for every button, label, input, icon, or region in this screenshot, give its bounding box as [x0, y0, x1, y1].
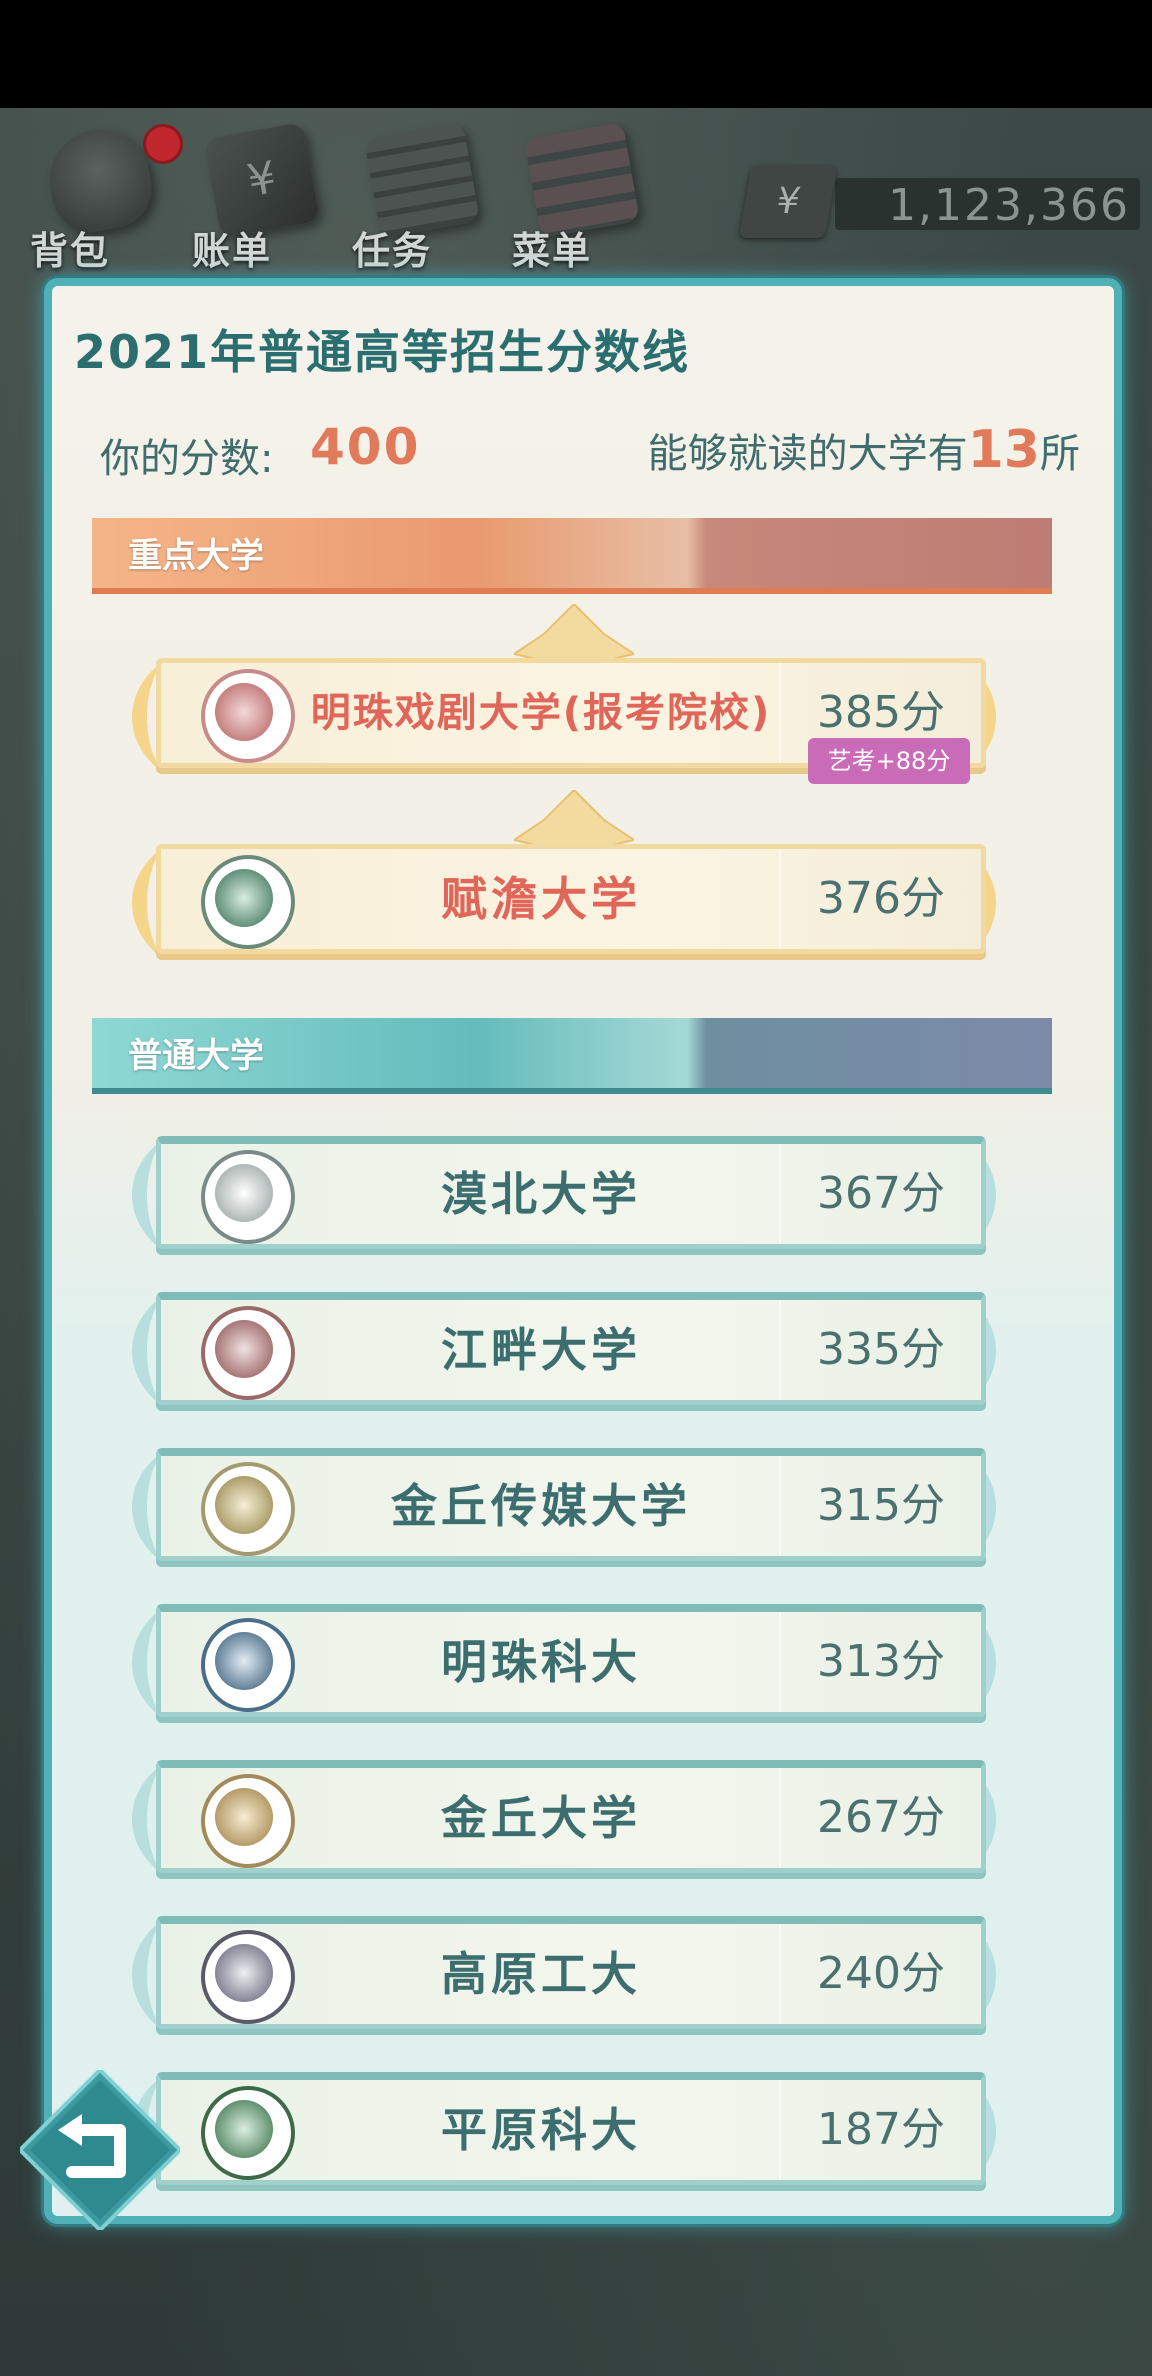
money-display: ¥ 1,123,366 — [738, 166, 1140, 238]
university-score: 267分 — [817, 1792, 945, 1843]
university-name: 明珠戏剧大学(报考院校) — [310, 690, 772, 736]
university-name: 平原科大 — [441, 2103, 641, 2157]
university-logo-icon — [201, 855, 295, 949]
university-name: 明珠科大 — [441, 1635, 641, 1689]
university-logo-icon — [201, 1618, 295, 1712]
university-card[interactable]: 金丘大学 267分 — [132, 1750, 996, 1874]
university-logo-icon — [201, 1930, 295, 2024]
university-score: 335分 — [817, 1324, 945, 1375]
university-card[interactable]: 赋澹大学 376分 — [132, 790, 996, 958]
can-attend-prefix: 能够就读的大学有 — [647, 431, 968, 477]
normal-section-header: 普通大学 — [92, 1018, 1052, 1094]
art-bonus-tag: 艺考+88分 — [808, 738, 970, 784]
back-button[interactable] — [20, 2070, 180, 2230]
university-score: 313分 — [817, 1636, 945, 1687]
nav-label: 背包 — [30, 229, 111, 273]
university-score: 367分 — [817, 1168, 945, 1219]
university-card[interactable]: 明珠科大 313分 — [132, 1594, 996, 1718]
score-value: 400 — [310, 418, 421, 476]
university-name: 赋澹大学 — [441, 872, 641, 926]
nav-label: 任务 — [352, 229, 433, 273]
nav-label: 菜单 — [512, 229, 593, 273]
money-bar: 1,123,366 — [835, 178, 1140, 231]
university-name: 金丘传媒大学 — [391, 1479, 691, 1533]
score-label: 你的分数: — [100, 436, 274, 482]
money-value: 1,123,366 — [888, 180, 1130, 231]
university-logo-icon — [201, 1774, 295, 1868]
can-attend-count: 13 — [967, 420, 1040, 480]
section-label: 重点大学 — [128, 536, 264, 576]
university-card[interactable]: 高原工大 240分 — [132, 1906, 996, 2030]
university-logo-icon — [201, 1462, 295, 1556]
nav-task[interactable]: 任务 — [352, 120, 482, 273]
nav-bill[interactable]: ¥ 账单 — [192, 120, 322, 273]
university-logo-icon — [201, 1150, 295, 1244]
university-name: 高原工大 — [441, 1947, 641, 2001]
university-logo-icon — [201, 1306, 295, 1400]
university-logo-icon — [201, 669, 295, 763]
yen-icon: ¥ — [738, 166, 838, 238]
nav-label: 账单 — [192, 229, 273, 273]
key-section-header: 重点大学 — [92, 518, 1052, 594]
university-score: 315分 — [817, 1480, 945, 1531]
nav-menu[interactable]: 菜单 — [512, 120, 642, 273]
university-name: 漠北大学 — [441, 1167, 641, 1221]
university-card[interactable]: 江畔大学 335分 — [132, 1282, 996, 1406]
university-score: 187分 — [817, 2104, 945, 2155]
score-panel: 2021年普通高等招生分数线 你的分数: 400 能够就读的大学有13所 重点大… — [44, 278, 1122, 2224]
university-card[interactable]: 金丘传媒大学 315分 — [132, 1438, 996, 1562]
can-attend-suffix: 所 — [1040, 431, 1080, 477]
university-logo-icon — [201, 2086, 295, 2180]
university-name: 金丘大学 — [441, 1791, 641, 1845]
section-label: 普通大学 — [128, 1036, 264, 1076]
university-card[interactable]: 漠北大学 367分 — [132, 1126, 996, 1250]
can-attend-summary: 能够就读的大学有13所 — [648, 420, 1080, 480]
panel-title: 2021年普通高等招生分数线 — [74, 325, 691, 379]
university-name: 江畔大学 — [441, 1323, 641, 1377]
university-card[interactable]: 平原科大 187分 — [132, 2062, 996, 2186]
notification-badge — [143, 124, 183, 164]
university-score: 240分 — [817, 1948, 945, 1999]
nav-backpack[interactable]: 背包 — [30, 120, 160, 273]
university-score: 376分 — [817, 873, 945, 924]
status-bar — [0, 0, 1152, 108]
